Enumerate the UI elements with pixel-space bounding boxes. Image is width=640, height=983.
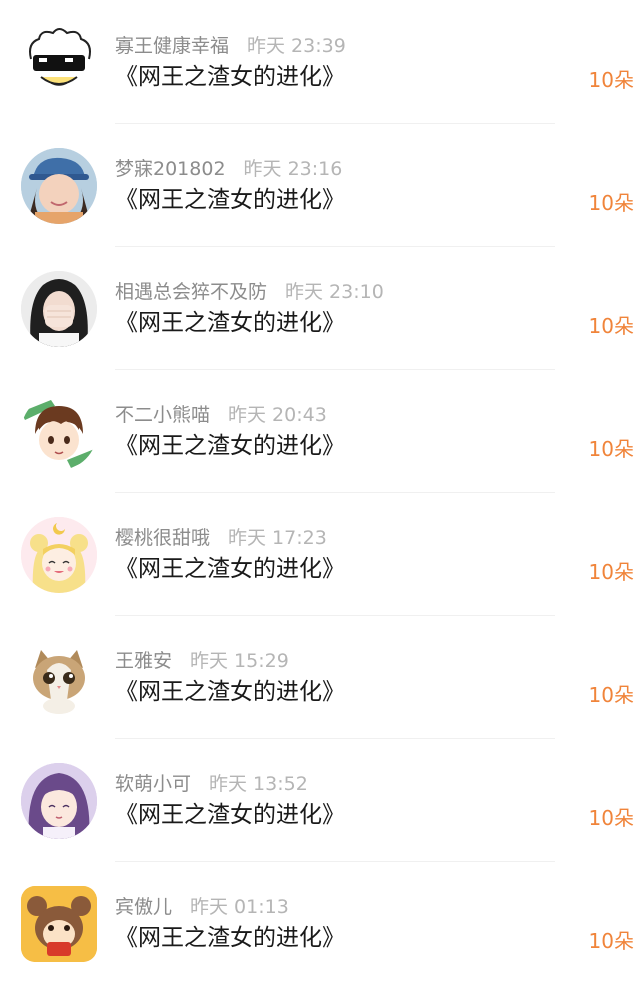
cartoon-rat-avatar[interactable] xyxy=(21,886,97,962)
flower-count: 10朵 xyxy=(588,68,634,92)
book-title[interactable]: 《网王之渣女的进化》 xyxy=(115,185,345,215)
gift-time: 昨天 13:52 xyxy=(209,773,308,795)
flower-count: 10朵 xyxy=(588,191,634,215)
user-name[interactable]: 梦寐201802 xyxy=(115,158,226,180)
user-name[interactable]: 不二小熊喵 xyxy=(115,404,210,426)
gift-time: 昨天 23:39 xyxy=(247,35,346,57)
user-name[interactable]: 王雅安 xyxy=(115,650,172,672)
gift-row[interactable]: 樱桃很甜哦 昨天 17:23 《网王之渣女的进化》 10朵 xyxy=(0,492,640,616)
book-title[interactable]: 《网王之渣女的进化》 xyxy=(115,554,345,584)
gift-row[interactable]: 宾傲儿 昨天 01:13 《网王之渣女的进化》 10朵 xyxy=(0,861,640,983)
book-title[interactable]: 《网王之渣女的进化》 xyxy=(115,431,345,461)
gift-row[interactable]: 王雅安 昨天 15:29 《网王之渣女的进化》 10朵 xyxy=(0,615,640,739)
anime-girl-purple-hair-avatar[interactable] xyxy=(21,763,97,839)
gift-time: 昨天 23:10 xyxy=(285,281,384,303)
gift-row[interactable]: 软萌小可 昨天 13:52 《网王之渣女的进化》 10朵 xyxy=(0,738,640,862)
gift-time: 昨天 20:43 xyxy=(228,404,327,426)
flower-count: 10朵 xyxy=(588,314,634,338)
gift-meta: 王雅安 昨天 15:29 xyxy=(115,649,289,673)
gift-meta: 宾傲儿 昨天 01:13 xyxy=(115,895,289,919)
girl-hiding-face-avatar[interactable] xyxy=(21,271,97,347)
user-name[interactable]: 软萌小可 xyxy=(115,773,191,795)
anime-boy-avatar[interactable] xyxy=(21,394,97,470)
flower-count: 10朵 xyxy=(588,929,634,953)
kitten-avatar[interactable] xyxy=(21,640,97,716)
book-title[interactable]: 《网王之渣女的进化》 xyxy=(115,923,345,953)
gift-time: 昨天 15:29 xyxy=(190,650,289,672)
user-name[interactable]: 宾傲儿 xyxy=(115,896,172,918)
user-name[interactable]: 寡王健康幸福 xyxy=(115,35,229,57)
sailor-moon-avatar[interactable] xyxy=(21,517,97,593)
gift-meta: 不二小熊喵 昨天 20:43 xyxy=(115,403,327,427)
gift-row[interactable]: 梦寐201802 昨天 23:16 《网王之渣女的进化》 10朵 xyxy=(0,123,640,247)
gift-meta: 樱桃很甜哦 昨天 17:23 xyxy=(115,526,327,550)
book-title[interactable]: 《网王之渣女的进化》 xyxy=(115,677,345,707)
gift-time: 昨天 23:16 xyxy=(243,158,343,180)
book-title[interactable]: 《网王之渣女的进化》 xyxy=(115,800,345,830)
flower-count: 10朵 xyxy=(588,683,634,707)
flower-count: 10朵 xyxy=(588,560,634,584)
book-title[interactable]: 《网王之渣女的进化》 xyxy=(115,62,345,92)
gift-row[interactable]: 相遇总会猝不及防 昨天 23:10 《网王之渣女的进化》 10朵 xyxy=(0,246,640,370)
user-name[interactable]: 樱桃很甜哦 xyxy=(115,527,210,549)
book-title[interactable]: 《网王之渣女的进化》 xyxy=(115,308,345,338)
gift-meta: 软萌小可 昨天 13:52 xyxy=(115,772,308,796)
gift-meta: 梦寐201802 昨天 23:16 xyxy=(115,157,342,181)
gift-time: 昨天 17:23 xyxy=(228,527,327,549)
user-name[interactable]: 相遇总会猝不及防 xyxy=(115,281,267,303)
girl-cap-photo-avatar[interactable] xyxy=(21,148,97,224)
gift-time: 昨天 01:13 xyxy=(190,896,289,918)
gift-meta: 寡王健康幸福 昨天 23:39 xyxy=(115,34,346,58)
gift-row[interactable]: 寡王健康幸福 昨天 23:39 《网王之渣女的进化》 10朵 xyxy=(0,0,640,124)
gift-record-list: 寡王健康幸福 昨天 23:39 《网王之渣女的进化》 10朵 梦寐201802 昨天… xyxy=(0,0,640,980)
gift-row[interactable]: 不二小熊喵 昨天 20:43 《网王之渣女的进化》 10朵 xyxy=(0,369,640,493)
gift-meta: 相遇总会猝不及防 昨天 23:10 xyxy=(115,280,384,304)
flower-count: 10朵 xyxy=(588,806,634,830)
flower-count: 10朵 xyxy=(588,437,634,461)
sunglasses-sheep-avatar[interactable] xyxy=(21,25,97,101)
